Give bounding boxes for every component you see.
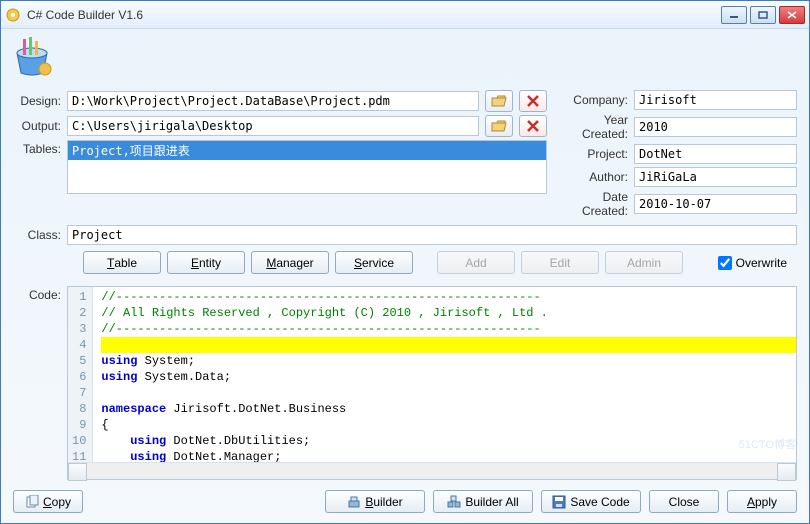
date-created-input[interactable] [634,194,797,214]
author-input[interactable] [634,167,797,187]
save-icon [552,495,566,509]
titlebar: C# Code Builder V1.6 [1,1,809,29]
builder-all-button[interactable]: Builder All [433,490,533,513]
minimize-button[interactable] [721,6,747,24]
project-input[interactable] [634,144,797,164]
build-all-icon [447,495,461,509]
service-button[interactable]: Service [335,251,413,274]
date-created-label: Date Created: [567,190,634,218]
list-item[interactable]: Project,项目跟进表 [68,141,546,160]
build-icon [347,495,361,509]
apply-button[interactable]: Apply [727,490,797,513]
class-input[interactable] [67,225,797,245]
admin-button: Admin [605,251,683,274]
class-label: Class: [13,228,67,242]
design-label: Design: [13,94,67,108]
output-input[interactable] [67,116,479,136]
output-browse-button[interactable] [485,115,513,137]
author-label: Author: [567,170,634,184]
tables-listbox[interactable]: Project,项目跟进表 [67,140,547,194]
close-window-button[interactable] [779,6,805,24]
window-title: C# Code Builder V1.6 [27,8,721,22]
year-created-input[interactable] [634,117,797,137]
output-clear-button[interactable] [519,115,547,137]
save-code-button[interactable]: Save Code [541,490,641,513]
app-gear-icon [5,7,21,23]
company-input[interactable] [634,90,797,110]
x-icon [526,94,540,108]
code-editor[interactable]: 1234567891011 //------------------------… [67,286,797,480]
overwrite-checkbox[interactable]: Overwrite [718,256,787,270]
overwrite-check-input[interactable] [718,256,732,270]
copy-icon [25,495,39,509]
bucket-tools-icon [11,35,53,77]
design-input[interactable] [67,91,479,111]
code-lines[interactable]: //--------------------------------------… [93,287,796,462]
code-label: Code: [13,286,67,480]
line-gutter: 1234567891011 [68,287,93,462]
copy-button[interactable]: Copy [13,490,83,513]
builder-button[interactable]: Builder [325,490,425,513]
horizontal-scrollbar[interactable] [68,462,796,479]
folder-open-icon [491,119,507,133]
project-label: Project: [567,147,634,161]
design-clear-button[interactable] [519,90,547,112]
entity-button[interactable]: Entity [167,251,245,274]
folder-open-icon [491,94,507,108]
table-button[interactable]: Table [83,251,161,274]
tables-label: Tables: [13,140,67,156]
year-created-label: Year Created: [567,113,634,141]
company-label: Company: [567,93,634,107]
add-button: Add [437,251,515,274]
maximize-button[interactable] [750,6,776,24]
design-browse-button[interactable] [485,90,513,112]
manager-button[interactable]: Manager [251,251,329,274]
edit-button: Edit [521,251,599,274]
close-button[interactable]: Close [649,490,719,513]
output-label: Output: [13,119,67,133]
x-icon [526,119,540,133]
